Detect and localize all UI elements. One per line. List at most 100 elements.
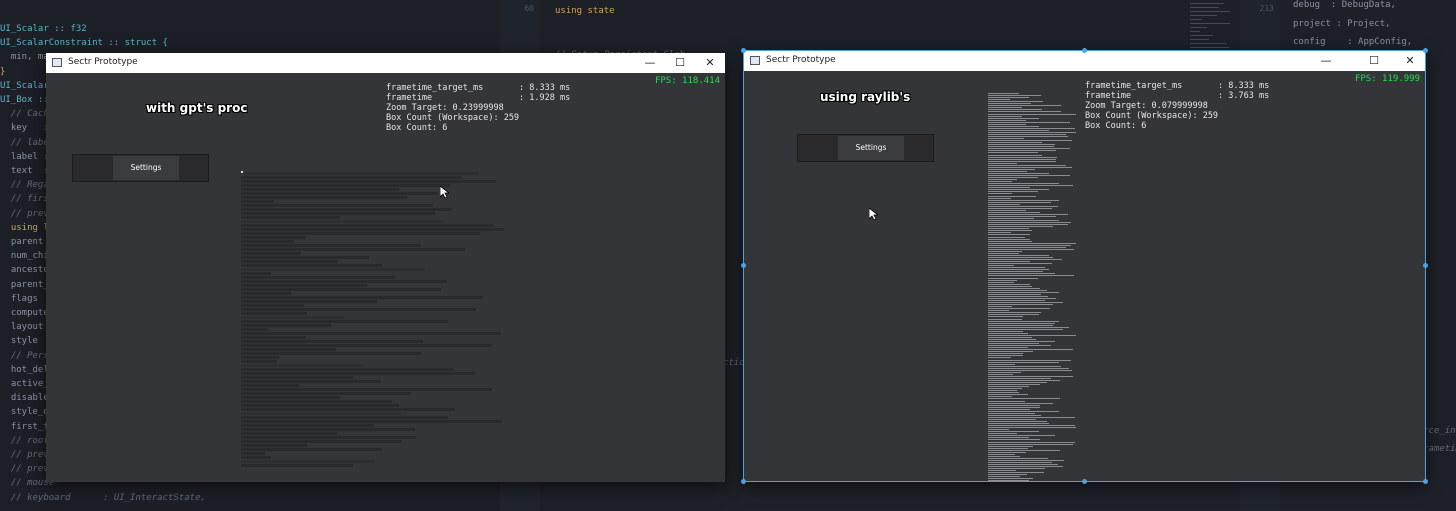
resize-handle[interactable] [741,263,746,268]
box-bar [241,464,353,467]
app-window-right[interactable]: Sectr Prototype — ☐ ✕ FPS: 119.999 frame… [741,48,1428,484]
box-bar [241,268,425,271]
box-bar [241,360,277,363]
text-dump-line [988,328,1063,330]
text-dump-line [988,433,1017,435]
resize-handle[interactable] [741,479,746,484]
text-dump-line [988,103,1031,105]
minimap-line [1190,35,1213,36]
minimize-button[interactable]: — [635,53,665,73]
resize-handle[interactable] [1423,479,1428,484]
text-dump-line [988,386,1029,388]
text-dump-line [988,207,1052,209]
close-button[interactable]: ✕ [1395,51,1425,71]
resize-handle[interactable] [1082,479,1087,484]
text-dump-line [988,244,1071,246]
resize-handle[interactable] [1423,48,1428,53]
text-dump-line [988,209,1026,211]
text-dump-line [988,144,1055,146]
text-dump-line [988,168,1035,170]
box-bar [241,456,271,459]
text-dump-line [988,459,1064,461]
box-bar [241,300,377,303]
maximize-button[interactable]: ☐ [1359,51,1389,71]
code-line: config : AppConfig, [1293,37,1413,47]
text-dump-line [988,257,1053,258]
text-dump-line [988,267,1045,269]
resize-handle[interactable] [1082,48,1087,53]
viewport[interactable]: FPS: 119.999 frametime_target_ms : 8.333… [744,71,1425,481]
settings-button[interactable]: Settings [838,136,904,160]
text-dump-line [988,166,1072,168]
window-titlebar[interactable]: Sectr Prototype — ☐ ✕ [744,51,1425,71]
text-dump-line [988,439,1040,441]
text-dump-line [988,107,1022,109]
text-dump-line [988,181,1012,183]
box-bar [241,304,304,307]
resize-handle[interactable] [1423,263,1428,268]
settings-panel[interactable]: Settings [72,154,209,182]
text-dump-line [988,152,1038,154]
app-window-left[interactable]: Sectr Prototype — ☐ ✕ FPS: 118.414 frame… [46,53,725,482]
box-bar [241,376,353,379]
text-dump-line [988,326,1069,328]
text-dump-line [988,162,1017,164]
box-bar [241,184,450,187]
text-dump-line [988,394,1028,396]
close-button[interactable]: ✕ [695,53,725,73]
text-dump-line [988,427,1076,429]
text-dump-line [988,170,1027,172]
text-dump-line [988,232,1011,234]
box-bar [241,384,299,387]
box-bar [241,336,306,339]
text-dump-line [988,158,1056,160]
code-line: key : [0,123,49,134]
text-dump-line [988,462,1052,463]
window-titlebar[interactable]: Sectr Prototype — ☐ ✕ [46,53,725,73]
minimap-line [1190,15,1218,16]
text-dump-line [988,123,1026,125]
box-bar [241,256,369,259]
text-dump-line [988,343,1039,345]
text-dump-line [988,203,1020,205]
box-bar [241,364,363,367]
code-line: label : [0,151,49,162]
text-dump-line [988,275,1074,277]
box-bar [241,332,501,335]
code-line: parent_ [0,279,49,290]
box-bar [241,200,274,203]
text-dump-line [988,172,1049,174]
box-bar [241,288,441,291]
text-dump-line [988,332,1028,334]
settings-panel[interactable]: Settings [797,134,934,162]
maximize-button[interactable]: ☐ [665,53,695,73]
text-dump-line [988,211,1040,213]
text-dump-line [988,99,1010,101]
text-dump-line [988,375,1073,377]
text-dump-line [988,234,1030,236]
settings-button[interactable]: Settings [113,156,179,180]
box-bar [241,400,392,403]
text-dump-line [988,390,1017,392]
viewport[interactable]: FPS: 118.414 frametime_target_ms : 8.333… [46,73,725,482]
code-line: parent [0,237,44,247]
box-bar [241,176,461,179]
text-dump-line [988,236,1025,238]
text-dump-line [988,455,1020,457]
text-dump-line [988,175,1070,176]
text-dump-line [988,361,1059,363]
box-bar [241,284,367,287]
text-dump-line [988,115,1022,117]
resize-handle[interactable] [741,48,746,53]
code-line: UI_Scalar :: f32 [0,24,87,34]
window-title: Sectr Prototype [68,57,138,67]
text-dump-line [988,316,1023,318]
box-bar [241,344,492,347]
box-bar [241,432,337,435]
text-dump-line [988,213,1068,215]
minimap-line [1190,3,1225,4]
minimize-button[interactable]: — [1311,51,1341,71]
text-dump-line [988,246,1066,248]
text-dump-line [988,252,1019,254]
text-dump-line [988,125,1039,127]
